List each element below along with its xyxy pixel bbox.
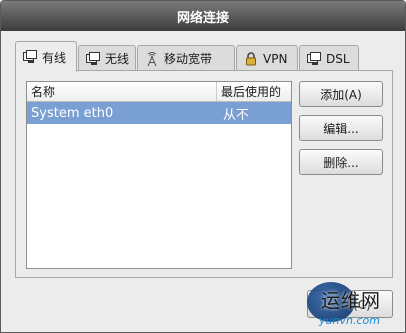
tab-label: DSL (326, 51, 350, 66)
site-watermark: 运维网 yunvn.com (299, 282, 405, 332)
connection-last-used: 从不 (223, 107, 250, 123)
dsl-network-icon (306, 51, 322, 67)
add-button[interactable]: 添加(A) (299, 81, 383, 107)
tab-label: 移动宽带 (164, 52, 213, 66)
tab-wired[interactable]: 有线 (15, 41, 77, 72)
wireless-network-icon (85, 51, 101, 67)
column-header-label: 名称 (31, 85, 56, 99)
tab-label: VPN (263, 51, 288, 66)
watermark-url: yunvn.com (319, 314, 380, 327)
column-header-name[interactable]: 名称 (27, 82, 217, 101)
tab-dsl[interactable]: DSL (299, 45, 359, 71)
column-header-label: 最后使用的 (221, 85, 282, 99)
lock-icon (243, 51, 259, 67)
network-connections-window: 网络连接 有线 无线 移动宽带 VPN DSL 名称 最后使用的 System … (0, 0, 406, 333)
column-header-last-used[interactable]: 最后使用的 (217, 82, 291, 101)
wired-tab-panel: 名称 最后使用的 System eth0 从不 添加(A) 编辑... 删除..… (15, 70, 393, 278)
add-button-label: 添加(A) (320, 87, 362, 102)
connection-row[interactable]: System eth0 从不 (27, 102, 291, 124)
wired-network-icon (22, 49, 38, 65)
tab-label: 无线 (105, 52, 130, 66)
list-header: 名称 最后使用的 (27, 82, 291, 102)
watermark-text: 运维网 (321, 290, 382, 312)
window-title: 网络连接 (176, 10, 229, 26)
window-titlebar[interactable]: 网络连接 (1, 1, 405, 31)
tab-label: 有线 (42, 50, 67, 65)
tab-mobile-broadband[interactable]: 移动宽带 (137, 45, 235, 71)
delete-button[interactable]: 删除... (299, 149, 383, 175)
edit-button[interactable]: 编辑... (299, 115, 383, 141)
connection-name: System eth0 (31, 105, 114, 121)
connection-list[interactable]: 名称 最后使用的 System eth0 从不 (26, 81, 292, 269)
mobile-broadband-icon (144, 51, 160, 67)
tab-vpn[interactable]: VPN (236, 45, 298, 71)
delete-button-label: 删除... (323, 155, 359, 170)
tab-wireless[interactable]: 无线 (78, 45, 136, 71)
edit-button-label: 编辑... (323, 121, 359, 136)
